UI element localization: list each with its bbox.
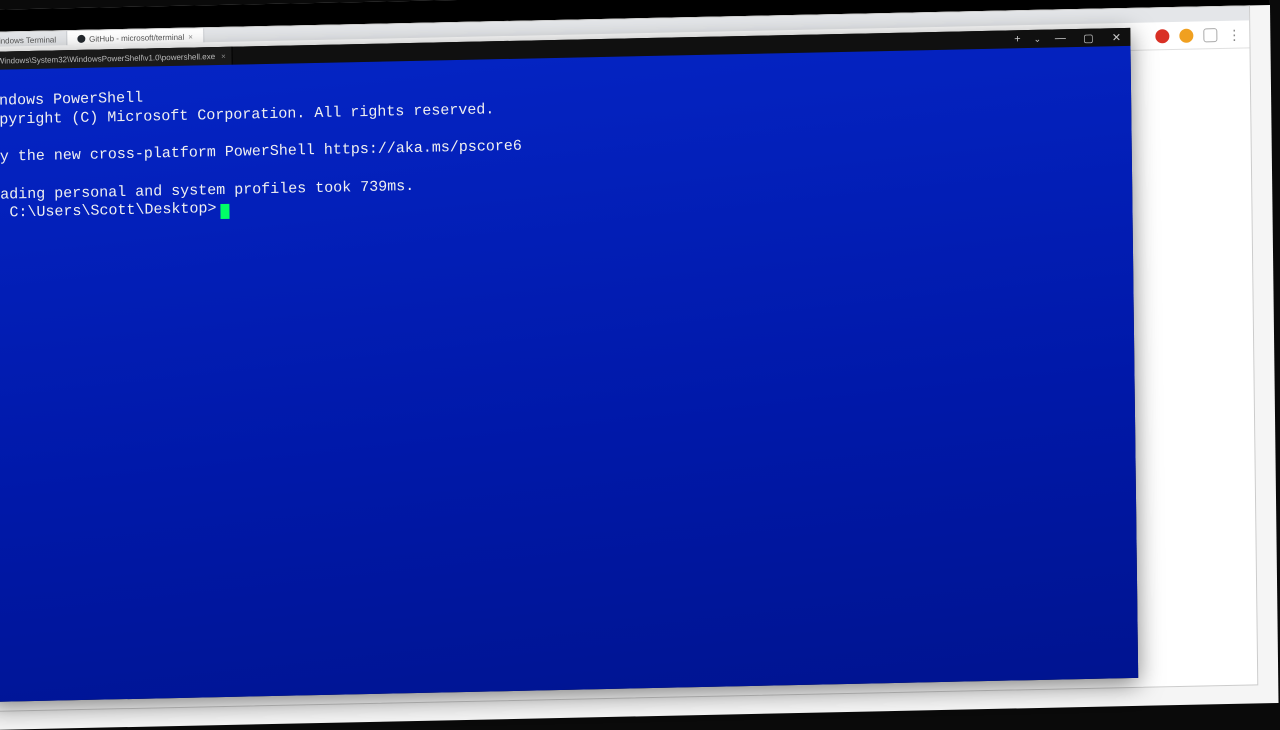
browser-tab-active[interactable]: GitHub - microsoft/terminal × (67, 28, 204, 45)
tab-label: GitHub - microsoft/terminal (89, 32, 184, 43)
close-icon: ✕ (1112, 31, 1121, 44)
minimize-icon: — (1055, 32, 1066, 44)
close-icon[interactable]: × (188, 32, 193, 41)
screen: Windows Terminal GitHub - microsoft/term… (0, 0, 1279, 730)
chevron-down-icon: ⌄ (1034, 33, 1042, 44)
maximize-button[interactable]: ▢ (1074, 29, 1102, 48)
plus-icon: + (1014, 33, 1021, 45)
terminal-body[interactable]: Windows PowerShell Copyright (C) Microso… (0, 46, 1138, 702)
terminal-window: C:\Windows\System32\WindowsPowerShell\v1… (0, 28, 1138, 702)
close-window-button[interactable]: ✕ (1102, 28, 1130, 47)
browser-tab[interactable]: Windows Terminal (0, 31, 67, 47)
extension-icon[interactable] (1179, 28, 1193, 42)
tab-dropdown-button[interactable]: ⌄ (1028, 30, 1046, 48)
minimize-button[interactable]: — (1046, 29, 1074, 48)
maximize-icon: ▢ (1083, 31, 1094, 44)
tab-label: Windows Terminal (0, 35, 56, 45)
new-tab-button[interactable]: + (1006, 30, 1028, 48)
github-icon (77, 35, 85, 43)
extension-icon[interactable] (1203, 28, 1217, 42)
cursor (220, 204, 229, 219)
browser-menu-icon[interactable]: ⋮ (1227, 27, 1241, 41)
output-line: Windows PowerShell (0, 89, 143, 109)
prompt-line: PS C:\Users\Scott\Desktop> (0, 200, 230, 222)
output-line: Try the new cross-platform PowerShell ht… (0, 138, 522, 166)
extension-icon[interactable] (1155, 29, 1169, 43)
prompt-text: PS C:\Users\Scott\Desktop> (0, 200, 217, 222)
close-icon[interactable]: × (221, 51, 226, 60)
terminal-tab-title: C:\Windows\System32\WindowsPowerShell\v1… (0, 52, 215, 66)
